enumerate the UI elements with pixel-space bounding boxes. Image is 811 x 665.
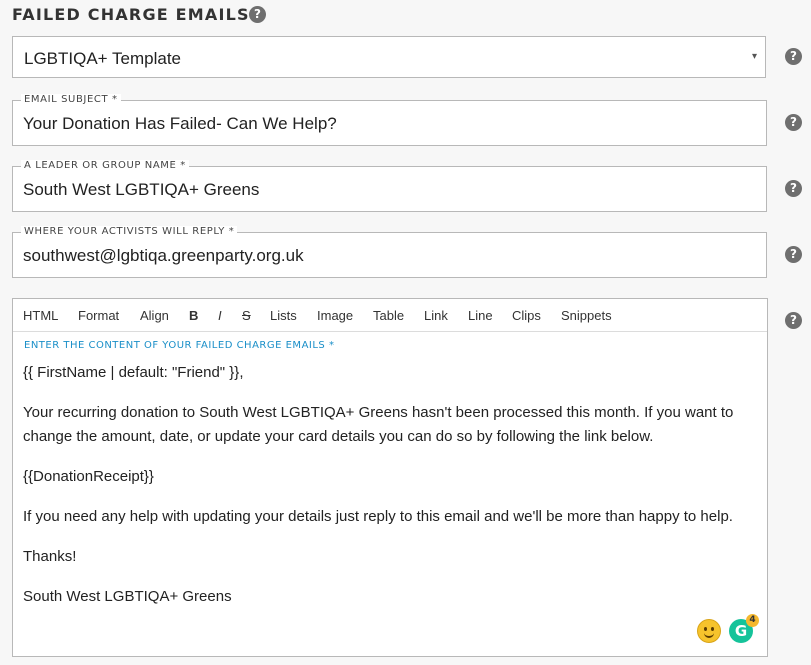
toolbar-bold-button[interactable]: B bbox=[189, 308, 198, 323]
editor-toolbar: HTML Format Align B I S Lists Image Tabl… bbox=[13, 299, 767, 332]
chevron-down-icon: ▾ bbox=[751, 51, 757, 62]
reply-email-field[interactable]: WHERE YOUR ACTIVISTS WILL REPLY * southw… bbox=[12, 226, 767, 278]
editor-paragraph: Your recurring donation to South West LG… bbox=[23, 404, 734, 445]
editor-paragraph: If you need any help with updating your … bbox=[23, 508, 733, 525]
email-subject-label: EMAIL SUBJECT * bbox=[21, 94, 121, 106]
leader-name-field[interactable]: A LEADER OR GROUP NAME * South West LGBT… bbox=[12, 160, 767, 212]
section-help-icon[interactable]: ? bbox=[249, 6, 266, 23]
editor-content-area[interactable]: {{ FirstName | default: "Friend" }}, You… bbox=[23, 361, 758, 625]
toolbar-strikethrough-button[interactable]: S bbox=[242, 308, 251, 323]
toolbar-table-button[interactable]: Table bbox=[373, 308, 404, 323]
leader-name-input[interactable]: South West LGBTIQA+ Greens bbox=[23, 180, 259, 200]
failed-charge-emails-panel: FAILED CHARGE EMAILS ? LGBTIQA+ Template… bbox=[0, 0, 811, 665]
template-select-value: LGBTIQA+ Template bbox=[24, 49, 182, 68]
grammarly-icon[interactable]: G 4 bbox=[729, 614, 759, 643]
leader-name-label: A LEADER OR GROUP NAME * bbox=[21, 160, 189, 172]
toolbar-line-button[interactable]: Line bbox=[468, 308, 493, 323]
reply-email-input[interactable]: southwest@lgbtiqa.greenparty.org.uk bbox=[23, 246, 304, 266]
editor-paragraph: Thanks! bbox=[23, 548, 77, 565]
toolbar-link-button[interactable]: Link bbox=[424, 308, 448, 323]
editor-help-icon[interactable]: ? bbox=[785, 312, 802, 329]
toolbar-image-button[interactable]: Image bbox=[317, 308, 353, 323]
toolbar-format-button[interactable]: Format bbox=[78, 308, 119, 323]
editor-paragraph: {{DonationReceipt}} bbox=[23, 468, 154, 485]
toolbar-snippets-button[interactable]: Snippets bbox=[561, 308, 612, 323]
section-title: FAILED CHARGE EMAILS bbox=[12, 5, 250, 24]
grammarly-letter: G bbox=[734, 622, 748, 640]
emoji-picker-icon[interactable] bbox=[697, 619, 721, 643]
editor-paragraph: South West LGBTIQA+ Greens bbox=[23, 588, 232, 605]
toolbar-lists-button[interactable]: Lists bbox=[270, 308, 297, 323]
email-subject-field[interactable]: EMAIL SUBJECT * Your Donation Has Failed… bbox=[12, 94, 767, 146]
reply-email-help-icon[interactable]: ? bbox=[785, 246, 802, 263]
leader-name-help-icon[interactable]: ? bbox=[785, 180, 802, 197]
editor-paragraph: {{ FirstName | default: "Friend" }}, bbox=[23, 364, 244, 381]
toolbar-html-button[interactable]: HTML bbox=[23, 308, 58, 323]
email-subject-input[interactable]: Your Donation Has Failed- Can We Help? bbox=[23, 114, 337, 134]
grammarly-count-badge: 4 bbox=[746, 614, 759, 627]
template-help-icon[interactable]: ? bbox=[785, 48, 802, 65]
content-editor[interactable]: HTML Format Align B I S Lists Image Tabl… bbox=[12, 298, 768, 657]
reply-email-label: WHERE YOUR ACTIVISTS WILL REPLY * bbox=[21, 226, 238, 238]
toolbar-clips-button[interactable]: Clips bbox=[512, 308, 541, 323]
email-subject-help-icon[interactable]: ? bbox=[785, 114, 802, 131]
emoji-mouth bbox=[704, 631, 714, 638]
toolbar-align-button[interactable]: Align bbox=[140, 308, 169, 323]
editor-content-label: ENTER THE CONTENT OF YOUR FAILED CHARGE … bbox=[24, 340, 335, 351]
template-select[interactable]: LGBTIQA+ Template ▾ bbox=[12, 36, 766, 78]
toolbar-italic-button[interactable]: I bbox=[218, 308, 222, 323]
